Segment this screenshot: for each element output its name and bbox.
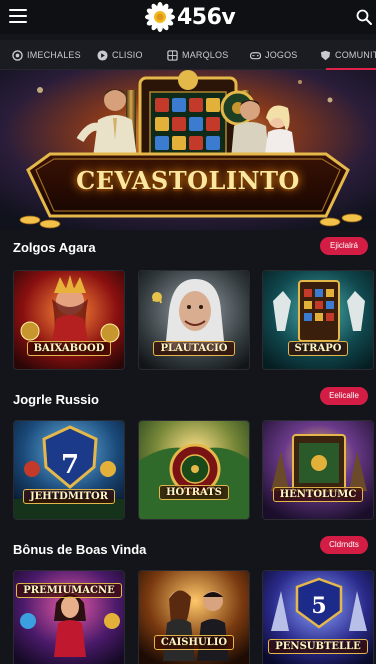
chip-icon xyxy=(12,49,23,61)
category-label: IMECHALES xyxy=(27,50,81,60)
game-title: HOTRATS xyxy=(139,485,249,500)
game-title: CAISHULIO xyxy=(139,635,249,650)
game-tile[interactable]: CAISHULIO xyxy=(138,570,250,664)
section-title-roulette: Jogrle Russio xyxy=(13,392,99,407)
game-title: HENTOLUMC xyxy=(263,487,373,502)
category-bar: IMECHALES CLISIO MARQLOS JOGOS COMUNITY xyxy=(0,40,376,70)
section-see-all-button[interactable]: Cldrndts xyxy=(320,536,368,554)
category-label: CLISIO xyxy=(112,50,143,60)
hero-banner[interactable] xyxy=(0,70,376,230)
svg-text:5: 5 xyxy=(311,593,326,619)
game-tile[interactable]: PLAUTACIO xyxy=(138,270,250,370)
category-tab-4[interactable]: COMUNITY xyxy=(320,48,376,62)
game-tile[interactable]: 7 JEHTDMITOR xyxy=(13,420,125,520)
game-tile[interactable]: STRAPO xyxy=(262,270,374,370)
svg-text:7: 7 xyxy=(61,450,79,480)
game-title: PENSUBTELLE xyxy=(263,639,373,654)
brand-logo[interactable]: 456v xyxy=(145,2,236,32)
category-label: MARQLOS xyxy=(182,50,229,60)
category-tab-3[interactable]: JOGOS xyxy=(250,48,298,62)
category-tab-0[interactable]: IMECHALES xyxy=(12,48,81,62)
gamepad-icon xyxy=(250,51,261,59)
section-title-welcome-bonus: Bônus de Boas Vinda xyxy=(13,542,147,557)
category-label: COMUNITY xyxy=(335,50,376,60)
section-title-live: Zolgos Agara xyxy=(13,240,96,255)
flower-logo-icon xyxy=(145,2,175,32)
search-icon[interactable] xyxy=(356,9,372,25)
category-tab-1[interactable]: CLISIO xyxy=(97,48,143,62)
category-tab-2[interactable]: MARQLOS xyxy=(167,48,228,62)
play-icon xyxy=(97,49,108,61)
hamburger-menu-icon[interactable] xyxy=(9,9,27,24)
game-title: PREMIUMACNE xyxy=(14,583,124,598)
game-tile[interactable]: 5 PENSUBTELLE xyxy=(262,570,374,664)
game-tile[interactable]: BAIXABOOD xyxy=(13,270,125,370)
section-see-all-button[interactable]: Eelicalle xyxy=(320,387,368,405)
shield-icon xyxy=(320,50,331,60)
logo-text: 456v xyxy=(177,4,236,30)
game-tile[interactable]: HOTRATS xyxy=(138,420,250,520)
game-title: STRAPO xyxy=(263,341,373,356)
top-bar: 456v xyxy=(0,0,376,34)
game-title: BAIXABOOD xyxy=(14,341,124,356)
hero-title: CEVASTOLINTO xyxy=(76,166,300,195)
game-artwork: 7 xyxy=(14,421,124,519)
section-see-all-button[interactable]: Ejiclalrá xyxy=(320,237,368,255)
game-artwork xyxy=(139,571,249,664)
grid-icon xyxy=(167,49,178,61)
hero-artwork xyxy=(0,70,376,230)
game-title: JEHTDMITOR xyxy=(14,489,124,504)
game-title: PLAUTACIO xyxy=(139,341,249,356)
game-artwork xyxy=(263,421,373,519)
game-artwork xyxy=(139,421,249,519)
category-label: JOGOS xyxy=(265,50,298,60)
game-tile[interactable]: HENTOLUMC xyxy=(262,420,374,520)
game-tile[interactable]: PREMIUMACNE xyxy=(13,570,125,664)
